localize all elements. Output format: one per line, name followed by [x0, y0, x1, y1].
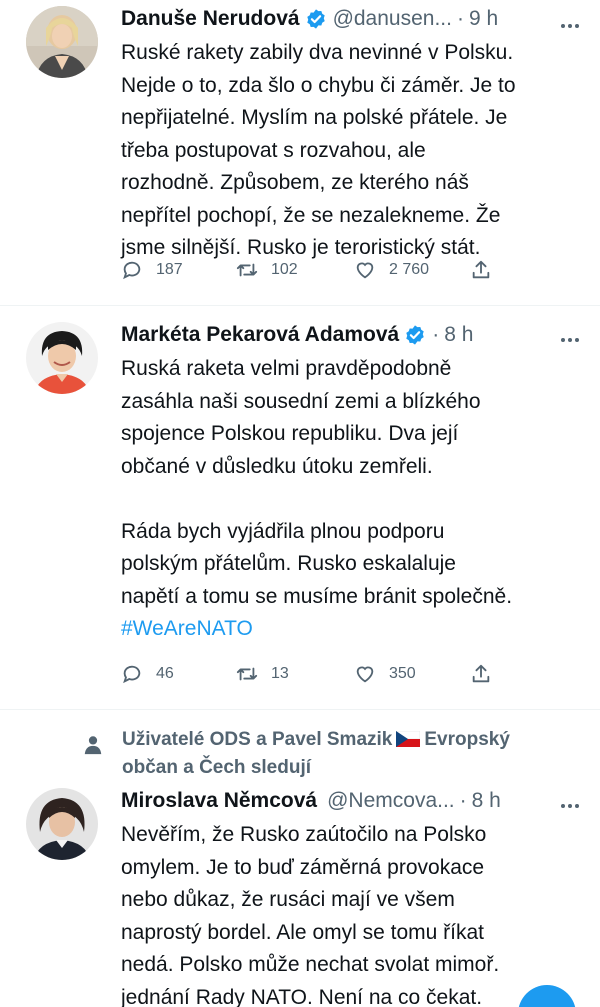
retweet-button[interactable]: 102	[236, 259, 298, 281]
reply-count: 46	[156, 665, 174, 682]
tweet-header: Danuše Nerudová @danusen... · 9 h	[121, 4, 588, 34]
separator-dot: ·	[456, 7, 464, 30]
more-options-icon[interactable]	[558, 14, 582, 38]
verified-badge-icon	[406, 325, 424, 345]
tweet-1[interactable]: Danuše Nerudová @danusen... · 9 h Ruské …	[0, 0, 600, 306]
reply-count: 187	[156, 261, 183, 278]
tweet-text: Ruské rakety zabily dva nevinné v Polsku…	[121, 41, 516, 259]
reply-icon	[123, 665, 141, 684]
hashtag-link[interactable]: #WeAreNATO	[121, 613, 588, 646]
like-icon	[356, 666, 374, 683]
separator-dot: ·	[432, 323, 440, 346]
timestamp[interactable]: 8 h	[472, 789, 501, 813]
author-name[interactable]: Markéta Pekarová Adamová	[121, 323, 399, 347]
tweet-header: Markéta Pekarová Adamová · 8 h	[121, 320, 588, 350]
tweet-3[interactable]: Uživatelé ODS a Pavel Smazik Evropský obč…	[0, 710, 600, 1007]
retweet-button[interactable]: 13	[236, 663, 289, 685]
social-context: Uživatelé ODS a Pavel Smazik Evropský obč…	[82, 726, 562, 782]
social-context-text: Uživatelé ODS a Pavel Smazik	[122, 729, 393, 750]
tweet-text: Ruská raketa velmi pravděpodobně zasáhla…	[121, 357, 513, 608]
share-icon	[472, 664, 490, 683]
more-options-icon[interactable]	[558, 328, 582, 352]
tweet-header: Miroslava Němcová @Nemcova... · 8 h	[121, 786, 588, 816]
retweet-icon	[236, 263, 258, 277]
author-name[interactable]: Miroslava Němcová	[121, 789, 317, 813]
author-name[interactable]: Danuše Nerudová	[121, 7, 300, 31]
more-options-icon[interactable]	[558, 794, 582, 818]
verified-badge-icon	[306, 9, 325, 29]
person-icon	[84, 736, 102, 755]
like-count: 2 760	[389, 261, 430, 278]
retweet-count: 13	[271, 665, 289, 682]
share-button[interactable]	[470, 663, 505, 685]
author-handle[interactable]: @Nemcova...	[327, 789, 455, 813]
reply-button[interactable]: 46	[121, 663, 174, 685]
timestamp[interactable]: 8 h	[444, 323, 473, 347]
author-handle[interactable]: @danusen...	[333, 7, 452, 31]
retweet-icon	[236, 667, 258, 681]
tweet-text: Nevěřím, že Rusko zaútočilo na Polsko om…	[121, 823, 500, 1007]
like-count: 350	[389, 665, 416, 682]
like-icon	[356, 262, 374, 279]
timestamp[interactable]: 9 h	[469, 7, 498, 31]
share-button[interactable]	[470, 259, 505, 281]
share-icon	[472, 260, 490, 279]
separator-dot: ·	[459, 789, 467, 812]
reply-button[interactable]: 187	[121, 259, 183, 281]
like-button[interactable]: 2 760	[354, 259, 429, 281]
czech-flag-icon	[396, 731, 421, 747]
reply-icon	[123, 261, 141, 280]
avatar[interactable]	[26, 788, 98, 860]
like-button[interactable]: 350	[354, 663, 416, 685]
avatar[interactable]	[26, 322, 98, 394]
tweet-2[interactable]: Markéta Pekarová Adamová · 8 h Ruská rak…	[0, 306, 600, 710]
retweet-count: 102	[271, 261, 298, 278]
avatar[interactable]	[26, 6, 98, 78]
